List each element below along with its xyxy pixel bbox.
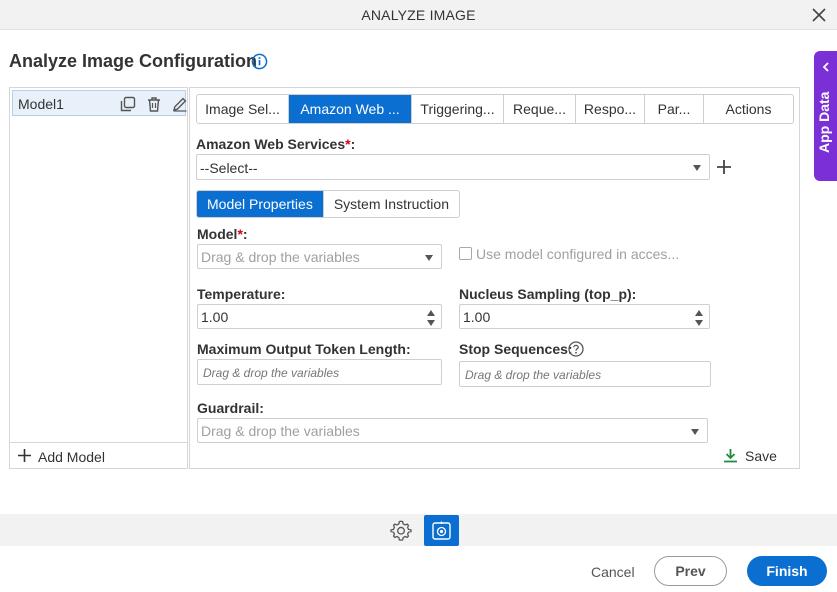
use-model-checkbox[interactable]	[459, 247, 472, 260]
top-p-stepper[interactable]: 1.00	[459, 304, 710, 329]
plus-icon	[18, 449, 31, 462]
max-output-token-length-field[interactable]: Drag & drop the variables	[197, 359, 442, 385]
guardrail-label: Guardrail:	[197, 400, 264, 416]
model-list-item[interactable]: Model1	[12, 90, 188, 116]
tab-request[interactable]: Reque...	[504, 95, 576, 123]
finish-button[interactable]: Finish	[747, 556, 827, 586]
subtab-bar: Model Properties System Instruction	[196, 190, 460, 218]
model-label: Model*:	[197, 226, 248, 242]
tab-bar: Image Sel... Amazon Web ... Triggering..…	[196, 94, 794, 124]
save-label: Save	[745, 448, 777, 464]
aws-select-value: --Select--	[200, 160, 258, 176]
model-name: Model1	[18, 96, 64, 112]
info-icon[interactable]	[251, 53, 268, 70]
stepper-arrows-icon[interactable]	[695, 308, 703, 328]
guardrail-select[interactable]: Drag & drop the variables	[197, 418, 708, 443]
tab-parameters[interactable]: Par...	[645, 95, 704, 123]
max-tokens-placeholder: Drag & drop the variables	[203, 366, 340, 380]
guardrail-placeholder: Drag & drop the variables	[201, 423, 360, 439]
temperature-stepper[interactable]: 1.00	[197, 304, 442, 329]
chevron-down-icon	[425, 255, 433, 261]
temperature-label: Temperature:	[197, 286, 286, 302]
stop-sequences-placeholder: Drag & drop the variables	[465, 368, 602, 382]
stop-sequences-field[interactable]: Drag & drop the variables	[459, 361, 711, 387]
subtab-model-properties[interactable]: Model Properties	[197, 191, 323, 217]
copy-icon[interactable]	[120, 96, 136, 112]
app-data-label: App Data	[816, 91, 832, 153]
add-connection-plus-icon[interactable]	[716, 159, 732, 175]
subtab-system-instruction[interactable]: System Instruction	[322, 191, 459, 217]
close-icon[interactable]	[809, 5, 829, 25]
aws-select[interactable]: --Select--	[196, 154, 710, 180]
help-icon[interactable]	[568, 341, 584, 357]
window-title: ANALYZE IMAGE	[361, 7, 476, 23]
cancel-button[interactable]: Cancel	[591, 564, 635, 580]
tab-actions[interactable]: Actions	[704, 95, 793, 123]
tab-image-selection[interactable]: Image Sel...	[197, 95, 289, 123]
tab-triggering[interactable]: Triggering...	[412, 95, 504, 123]
chevron-left-icon	[822, 62, 829, 72]
add-model-label: Add Model	[38, 449, 105, 465]
tab-amazon-web-services[interactable]: Amazon Web ...	[289, 95, 412, 123]
gear-icon[interactable]	[390, 519, 412, 541]
bottom-toolbar	[0, 514, 837, 546]
page-title: Analyze Image Configuration	[9, 51, 258, 71]
stop-sequences-label: Stop Sequences:	[459, 341, 573, 357]
prev-button[interactable]: Prev	[654, 556, 727, 586]
top-p-label: Nucleus Sampling (top_p):	[459, 286, 637, 302]
configuration-panel: Image Sel... Amazon Web ... Triggering..…	[189, 87, 800, 469]
model-placeholder: Drag & drop the variables	[201, 249, 360, 265]
add-model-button[interactable]: Add Model	[10, 442, 187, 468]
window-titlebar: ANALYZE IMAGE	[0, 0, 837, 30]
aws-label: Amazon Web Services*:	[196, 136, 356, 152]
tab-response[interactable]: Respo...	[576, 95, 645, 123]
top-p-value: 1.00	[463, 309, 491, 325]
trash-icon[interactable]	[146, 96, 162, 112]
models-panel: Model1 Add Model	[9, 87, 188, 469]
analyze-image-tool-button[interactable]	[424, 515, 459, 546]
app-data-panel-toggle[interactable]: App Data	[814, 51, 837, 181]
max-output-token-length-label: Maximum Output Token Length:	[197, 341, 411, 357]
chevron-down-icon	[693, 165, 701, 171]
download-icon	[724, 449, 737, 463]
edit-icon[interactable]	[172, 96, 188, 112]
temperature-value: 1.00	[201, 309, 229, 325]
stepper-arrows-icon[interactable]	[427, 308, 435, 328]
analyze-image-icon	[432, 521, 451, 540]
use-model-checkbox-label: Use model configured in acces...	[476, 246, 680, 262]
model-select[interactable]: Drag & drop the variables	[197, 244, 442, 269]
chevron-down-icon	[691, 429, 699, 435]
